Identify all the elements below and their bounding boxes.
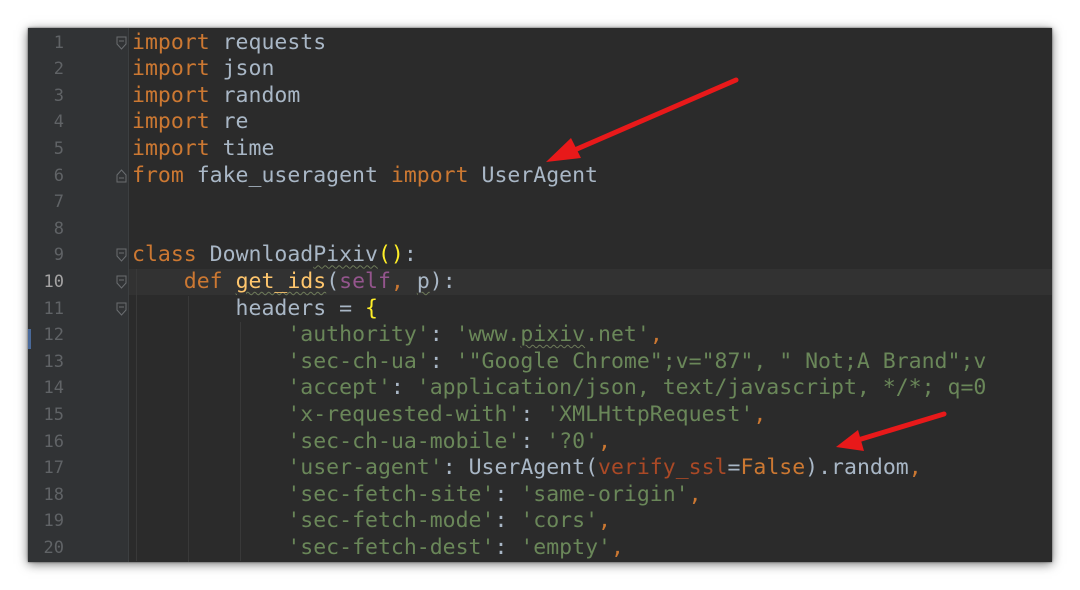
screenshot-stage: 1 2 3 4 5 6 7 8 9 10 11 12 13 14 15 16 17 18 19 20 import r…: [0, 0, 1080, 590]
annotation-overlay: [546, 77, 947, 451]
arrow-to-useragent-import: [546, 77, 739, 162]
arrow-to-verify-ssl: [836, 411, 947, 451]
